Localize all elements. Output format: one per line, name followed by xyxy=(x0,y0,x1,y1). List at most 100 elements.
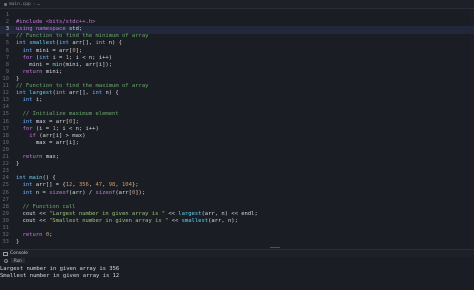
code-token: // Function call xyxy=(22,203,76,210)
code-token: smallest xyxy=(181,217,209,224)
code-token: (arr) / xyxy=(69,189,96,196)
code-token: 104 xyxy=(122,182,132,189)
code-token: arr[], xyxy=(69,90,93,97)
code-token: int xyxy=(95,40,109,47)
code-token: // Function to find the maximum of array xyxy=(16,83,149,89)
code-token: (i = xyxy=(35,125,53,132)
code-token: for xyxy=(22,125,36,132)
code-token: return xyxy=(22,154,46,160)
code-token: , xyxy=(88,182,96,189)
console-output-line: Smallest number in given array is 12 xyxy=(0,273,120,279)
code-token: }; xyxy=(131,182,139,189)
code-token: (arr, n); xyxy=(208,217,238,224)
code-token: } xyxy=(16,239,20,246)
code-token: , xyxy=(72,182,79,189)
code-token: max = arr[ xyxy=(35,118,69,125)
code-text: } xyxy=(16,239,19,246)
run-button[interactable]: Run xyxy=(11,258,25,263)
code-token: n) { xyxy=(108,40,122,47)
code-token: cout << xyxy=(16,217,50,224)
line-number: 33 xyxy=(2,239,9,246)
code-token: int xyxy=(55,90,69,97)
code-token: i = xyxy=(52,54,66,61)
code-token: smallest xyxy=(29,40,56,47)
code-token: int xyxy=(39,54,53,61)
code-token: (arr[ xyxy=(115,189,132,196)
code-token: int xyxy=(16,90,30,97)
code-token: arr[], xyxy=(72,40,96,47)
breadcrumb-trail[interactable]: … xyxy=(37,2,40,7)
code-token: max; xyxy=(45,154,60,160)
code-token: "Largest number in given array is " xyxy=(49,210,166,217)
code-token: (mini, arr[i]); xyxy=(62,61,113,68)
resize-grip-icon xyxy=(270,247,280,248)
code-token: << xyxy=(168,217,182,224)
console-toolbar: Run xyxy=(0,257,474,264)
code-token: n) { xyxy=(105,90,119,97)
code-token: int xyxy=(22,97,36,104)
code-token: mini; xyxy=(45,68,63,75)
breadcrumb-file[interactable]: main.cpp xyxy=(9,2,31,7)
code-token: if xyxy=(29,132,40,139)
code-token: () { xyxy=(42,175,56,182)
ide-window: main.cpp › … 1 2 #include <bits/stdc++.h> 3… xyxy=(0,0,474,290)
code-token: int xyxy=(22,182,36,189)
code-token: return xyxy=(22,68,46,75)
code-token: sizeof xyxy=(49,189,69,196)
code-token: ]; xyxy=(75,47,83,54)
code-token: max = arr[i]; xyxy=(16,139,79,146)
clear-console-icon[interactable] xyxy=(4,258,8,263)
code-token: ; i < n; i++) xyxy=(55,125,99,132)
code-token: int xyxy=(16,175,30,182)
code-token: int xyxy=(16,40,30,47)
console-icon xyxy=(3,251,8,256)
console-tab-label: Console xyxy=(10,251,28,256)
code-token: return xyxy=(22,232,46,239)
code-token: for xyxy=(22,54,36,61)
code-token: largest xyxy=(29,90,53,97)
code-token: (arr[i] > max) xyxy=(39,132,86,139)
console-tab[interactable]: Console xyxy=(0,249,474,257)
code-token: 356 xyxy=(78,182,89,189)
code-token: , xyxy=(102,182,109,189)
code-token: min xyxy=(52,61,63,68)
code-editor[interactable]: 1 2 #include <bits/stdc++.h> 3 using namespa… xyxy=(0,10,474,246)
code-token: int xyxy=(22,118,36,125)
code-token: largest xyxy=(178,210,202,217)
breadcrumb: main.cpp › … xyxy=(0,0,474,9)
code-token: ]); xyxy=(135,189,146,196)
code-token: // Function to find the minimum of array xyxy=(16,33,149,40)
file-icon xyxy=(4,2,7,6)
code-token: // Initialize maximum element xyxy=(22,111,119,118)
code-token: sizeof xyxy=(95,189,116,196)
code-token: int xyxy=(22,47,36,54)
code-token: ]; xyxy=(72,118,79,125)
code-token: ; i < n; i++) xyxy=(69,54,113,61)
code-token: std; xyxy=(68,26,83,33)
code-token: #include <bits/stdc++.h> xyxy=(16,19,96,26)
code-token: } xyxy=(16,75,20,82)
code-token: int xyxy=(59,40,73,47)
console-output: Largest number in given array is 356 Smal… xyxy=(0,265,474,290)
code-line[interactable]: 33} xyxy=(0,239,474,246)
code-token: main xyxy=(29,175,43,182)
code-token: , xyxy=(115,182,122,189)
breadcrumb-separator: › xyxy=(32,1,36,7)
code-token: mini = xyxy=(16,61,53,68)
code-token: int xyxy=(22,189,36,196)
code-token: "Smallest number in given array is " xyxy=(49,217,169,224)
code-token: using namespace xyxy=(16,26,69,33)
code-token: ; xyxy=(49,232,53,239)
code-token: } xyxy=(16,161,20,168)
